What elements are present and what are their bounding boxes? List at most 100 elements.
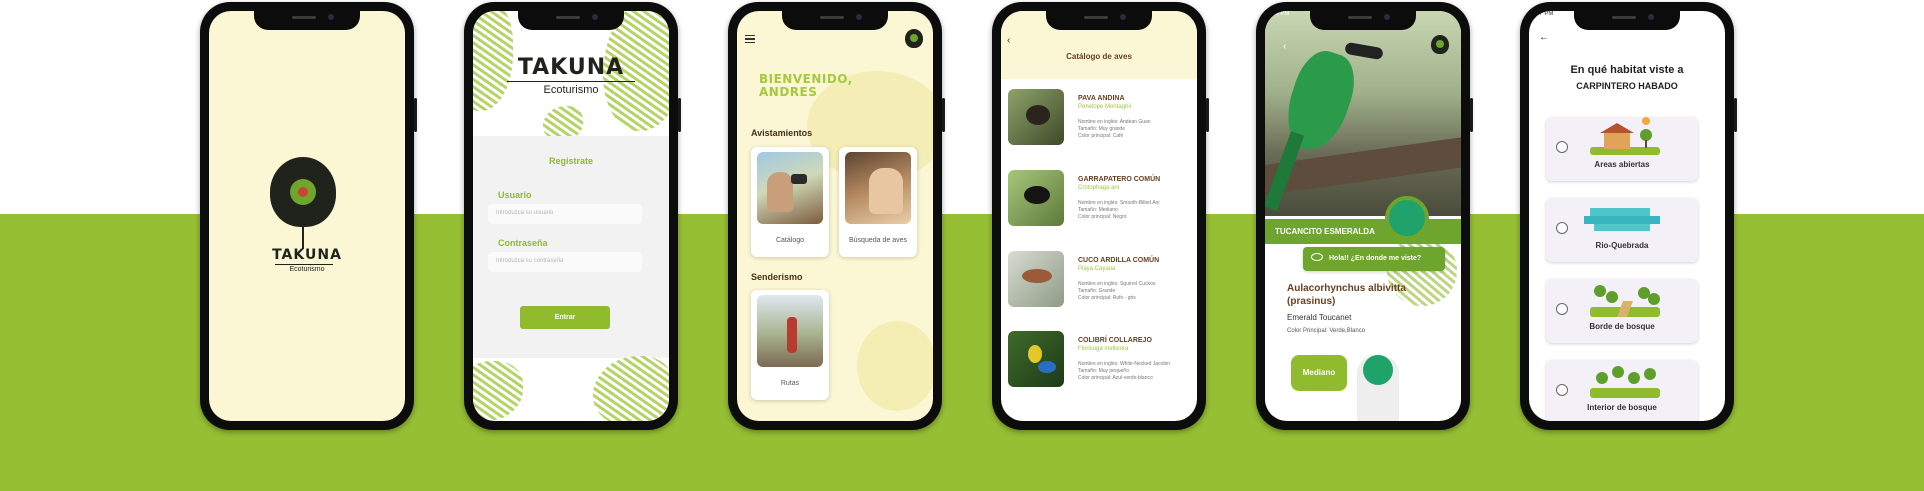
bird-thumbnail xyxy=(1008,170,1064,226)
bird-scientific: Piaya Cayana xyxy=(1078,266,1116,272)
habitat-option-forest-edge[interactable]: Borde de bosque xyxy=(1546,279,1698,343)
tile-bird-search[interactable]: Búsqueda de aves xyxy=(839,147,917,257)
habitat-option-river[interactable]: Rio-Quebrada xyxy=(1546,198,1698,262)
bird-size: Tamaño: Muy pequeño xyxy=(1078,368,1129,374)
radio-button[interactable] xyxy=(1556,141,1568,153)
logo-stem xyxy=(302,225,304,249)
bird-name: COLIBRÍ COLLAREJO xyxy=(1078,337,1152,344)
open-areas-illustration xyxy=(1590,117,1660,155)
routes-photo xyxy=(757,295,823,367)
bird-scientific: Crotophaga ani xyxy=(1078,185,1120,191)
brand-divider xyxy=(275,264,333,265)
phone-notch xyxy=(782,8,888,30)
bird-color: Color principal: Azul-verde-blanco xyxy=(1078,375,1153,381)
brand-name: TAKUNA xyxy=(272,247,342,263)
register-form: Registrate Usuario Introduzca su usuario… xyxy=(473,136,669,358)
tile-catalog[interactable]: Catálogo xyxy=(751,147,829,257)
size-chip: Mediano xyxy=(1291,355,1347,391)
showcase-canvas: TAKUNA Ecoturismo TAKUNA Ecoturismo Regi… xyxy=(0,0,1924,491)
bird-thumbnail xyxy=(1008,89,1064,145)
section-trails: Senderismo xyxy=(751,272,803,282)
radio-button[interactable] xyxy=(1556,222,1568,234)
habitat-label: Borde de bosque xyxy=(1589,322,1655,331)
splash-screen: TAKUNA Ecoturismo xyxy=(209,11,405,421)
bird-color: Color principal: Café xyxy=(1078,133,1124,139)
hamburger-menu-icon[interactable] xyxy=(745,35,755,43)
status-time: 7:35 PM xyxy=(1267,11,1290,17)
bird-size: Tamaño: Grande xyxy=(1078,288,1116,294)
form-title: Registrate xyxy=(548,156,593,166)
habitat-option-forest-interior[interactable]: Interior de bosque xyxy=(1546,360,1698,421)
submit-button[interactable]: Entrar xyxy=(520,306,610,329)
brand-name: TAKUNA xyxy=(517,55,625,80)
phone-notch xyxy=(254,8,360,30)
bird-thumbnail xyxy=(1008,331,1064,387)
habitat-option-open-areas[interactable]: Areas abiertas xyxy=(1546,117,1698,181)
bird-avatar-circle xyxy=(1385,196,1429,240)
bird-list-item[interactable]: COLIBRÍ COLLAREJO Florisuga mellivora No… xyxy=(1008,331,1184,393)
where-seen-button[interactable]: Hola!! ¿En donde me viste? xyxy=(1303,247,1445,271)
bird-thumbnail xyxy=(1008,251,1064,307)
brand-subtitle: Ecoturismo xyxy=(289,266,325,273)
habitat-question: En qué habitat viste a xyxy=(1570,64,1684,76)
phone-splash: TAKUNA Ecoturismo xyxy=(200,2,417,430)
side-button xyxy=(1734,98,1737,132)
bird-name: GARRAPATERO COMÚN xyxy=(1078,176,1161,183)
bird-english: Nombre en inglés: Squirrel Cuckoo xyxy=(1078,281,1156,287)
forest-edge-illustration xyxy=(1590,283,1660,317)
scientific-name-line2: (prasinus) xyxy=(1287,296,1336,307)
catalog-title: Catálogo de aves xyxy=(1066,52,1132,61)
search-photo xyxy=(845,152,911,224)
side-button xyxy=(1206,98,1209,132)
forest-interior-illustration xyxy=(1590,364,1660,398)
phone-register: TAKUNA Ecoturismo Registrate Usuario Int… xyxy=(464,2,681,430)
bird-list-item[interactable]: CUCO ARDILLA COMÚN Piaya Cayana Nombre e… xyxy=(1008,251,1184,313)
habitat-bird-name: CARPINTERO HABADO xyxy=(1576,81,1678,91)
phone-notch xyxy=(1574,8,1680,30)
home-screen: BIENVENIDO, ANDRES Avistamientos Catálog… xyxy=(737,11,933,421)
bird-list-item[interactable]: PAVA ANDINA Penelope Montagnii Nombre en… xyxy=(1008,89,1184,151)
back-arrow-icon[interactable]: ‹ xyxy=(1007,35,1010,46)
radio-button[interactable] xyxy=(1556,384,1568,396)
bird-size: Tamaño: Mediano xyxy=(1078,207,1118,213)
bird-scientific: Florisuga mellivora xyxy=(1078,346,1129,352)
bird-color: Color principal: Rufo - gris xyxy=(1078,295,1136,301)
where-seen-label: Hola!! ¿En donde me viste? xyxy=(1329,255,1422,262)
habitat-label: Interior de bosque xyxy=(1587,403,1657,412)
back-arrow-icon[interactable]: ‹ xyxy=(1283,41,1286,52)
english-name: Emerald Toucanet xyxy=(1287,313,1352,322)
side-button xyxy=(678,98,681,132)
radio-button[interactable] xyxy=(1556,303,1568,315)
catalog-photo xyxy=(757,152,823,224)
status-time: 4:27 PM xyxy=(1531,11,1554,17)
bird-english: Nombre en inglés: Smooth-Billed Ani xyxy=(1078,200,1160,206)
brand-subtitle: Ecoturismo xyxy=(543,84,599,96)
bird-scientific: Penelope Montagnii xyxy=(1078,104,1132,110)
color-swatch xyxy=(1363,355,1393,385)
phone-catalog: ‹ Catálogo de aves PAVA ANDINA Penelope … xyxy=(992,2,1209,430)
name-banner: TUCANCITO ESMERALDA xyxy=(1265,219,1461,244)
register-screen: TAKUNA Ecoturismo Registrate Usuario Int… xyxy=(473,11,669,421)
phone-bird-detail: 7:35 PM ‹ TUCANCITO ESMERALDA Hola!! ¿En… xyxy=(1256,2,1473,430)
tile-search-label: Búsqueda de aves xyxy=(849,237,907,244)
leaf-logo-icon[interactable] xyxy=(1431,35,1449,54)
user-label: Usuario xyxy=(498,190,532,200)
eye-icon xyxy=(1311,253,1323,261)
phone-notch xyxy=(1046,8,1152,30)
back-arrow-icon[interactable]: ← xyxy=(1539,32,1549,43)
bird-size: Tamaño: Muy grande xyxy=(1078,126,1125,132)
bird-list-item[interactable]: GARRAPATERO COMÚN Crotophaga ani Nombre … xyxy=(1008,170,1184,232)
leaf-watermark xyxy=(857,321,933,411)
side-button xyxy=(414,98,417,132)
fern-decoration xyxy=(593,356,669,421)
tile-routes[interactable]: Rutas xyxy=(751,290,829,400)
leaf-logo-icon[interactable] xyxy=(905,29,923,48)
habitat-label: Rio-Quebrada xyxy=(1595,241,1649,250)
main-color: Color Principal: Verde,Blanco xyxy=(1287,328,1366,334)
password-input[interactable]: Introduzca su contraseña xyxy=(488,252,642,272)
side-button xyxy=(1470,98,1473,132)
tile-catalog-label: Catálogo xyxy=(775,237,805,244)
bird-common-name: TUCANCITO ESMERALDA xyxy=(1275,227,1375,236)
detail-screen: 7:35 PM ‹ TUCANCITO ESMERALDA Hola!! ¿En… xyxy=(1265,11,1461,421)
user-input[interactable]: Introduzca su usuario xyxy=(488,204,642,224)
